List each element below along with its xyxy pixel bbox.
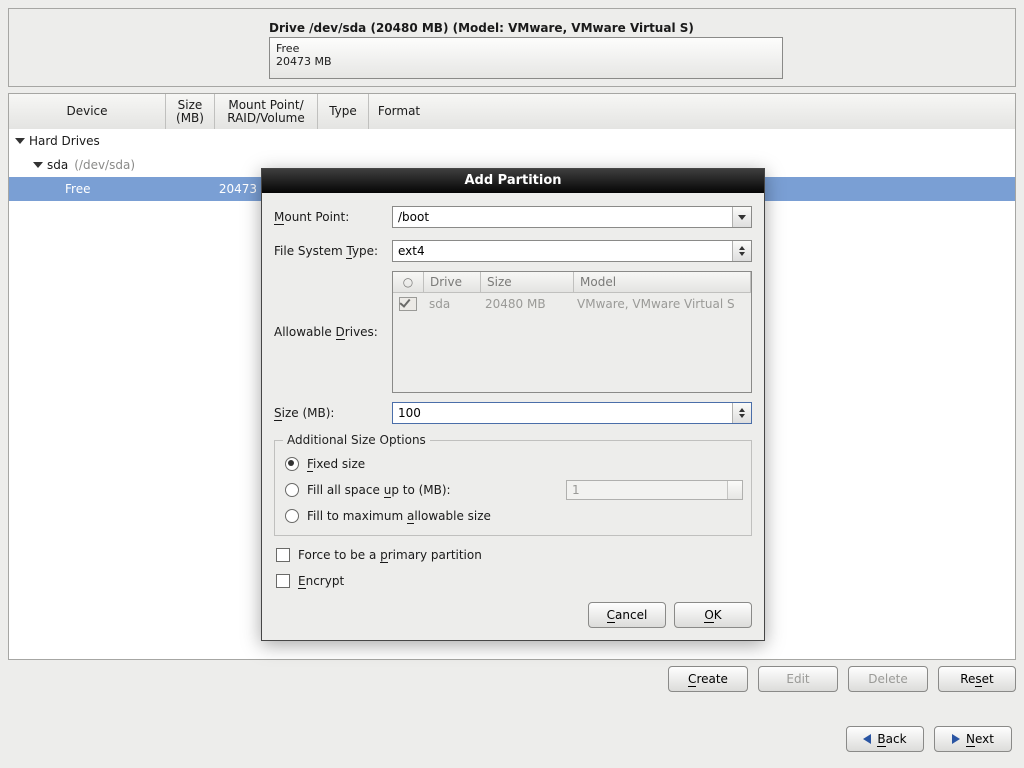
chevron-down-icon [33, 162, 43, 168]
drive-free-box: Free 20473 MB [269, 37, 783, 79]
col-size[interactable]: Size (MB) [166, 94, 215, 129]
arrow-left-icon [863, 734, 871, 744]
opt-max[interactable]: Fill to maximum allowable size [283, 503, 743, 529]
fstype-combo[interactable] [392, 240, 752, 262]
reset-button[interactable]: Reset [938, 666, 1016, 692]
drive-free-label: Free [270, 38, 782, 55]
col-format[interactable]: Format [369, 94, 429, 129]
delete-button: Delete [848, 666, 928, 692]
radio-icon [285, 509, 299, 523]
radio-icon [285, 483, 299, 497]
mount-point-row: Mount Point: [274, 203, 752, 231]
size-spinbox[interactable] [392, 402, 752, 424]
checkbox-icon [276, 574, 290, 588]
force-primary-check[interactable]: Force to be a primary partition [276, 542, 752, 568]
checkbox-icon [276, 548, 290, 562]
size-row: Size (MB): [274, 399, 752, 427]
col-mount[interactable]: Mount Point/ RAID/Volume [215, 94, 318, 129]
dialog-buttons: Cancel OK [274, 602, 752, 628]
edit-button: Edit [758, 666, 838, 692]
arrow-right-icon [952, 734, 960, 744]
drive-overview-panel: Drive /dev/sda (20480 MB) (Model: VMware… [8, 8, 1016, 87]
drive-free-size: 20473 MB [270, 55, 782, 68]
chevron-down-icon [738, 215, 746, 220]
ok-button[interactable]: OK [674, 602, 752, 628]
action-button-row: Create Edit Delete Reset [8, 666, 1016, 698]
next-button[interactable]: Next [934, 726, 1012, 752]
chevron-down-icon [15, 138, 25, 144]
add-partition-dialog: Add Partition Mount Point: File System T… [261, 168, 765, 641]
fstype-row: File System Type: [274, 237, 752, 265]
col-type[interactable]: Type [318, 94, 369, 129]
drive-checkbox [399, 297, 417, 311]
dropdown-button[interactable] [732, 207, 751, 227]
tree-root[interactable]: Hard Drives [9, 129, 1015, 153]
allowable-drives-row: Allowable Drives: ○ Drive Size Model sda… [274, 271, 752, 393]
back-button[interactable]: Back [846, 726, 924, 752]
opt-fixed[interactable]: Fixed size [283, 451, 743, 477]
opt-upto[interactable]: Fill all space up to (MB): [283, 477, 743, 503]
allowable-drives-list[interactable]: ○ Drive Size Model sda 20480 MB VMware, … [392, 271, 752, 393]
create-button[interactable]: Create [668, 666, 748, 692]
upto-spinbox [566, 480, 743, 500]
size-input[interactable] [393, 403, 732, 423]
fstype-value[interactable] [393, 241, 732, 261]
table-headers: Device Size (MB) Mount Point/ RAID/Volum… [9, 94, 1015, 130]
mount-point-input[interactable] [393, 207, 732, 227]
drive-row: sda 20480 MB VMware, VMware Virtual S [393, 293, 751, 315]
col-device[interactable]: Device [9, 94, 166, 129]
drive-title: Drive /dev/sda (20480 MB) (Model: VMware… [269, 21, 694, 35]
anaconda-partitioning-screen: Drive /dev/sda (20480 MB) (Model: VMware… [0, 0, 1024, 768]
cancel-button[interactable]: Cancel [588, 602, 666, 628]
spin-button[interactable] [732, 241, 751, 261]
dialog-title: Add Partition [262, 169, 764, 193]
size-options-group: Additional Size Options Fixed size Fill … [274, 433, 752, 536]
encrypt-check[interactable]: Encrypt [276, 568, 752, 594]
spin-button[interactable] [732, 403, 751, 423]
mount-point-combo[interactable] [392, 206, 752, 228]
wizard-nav: Back Next [846, 726, 1012, 752]
radio-icon [285, 457, 299, 471]
